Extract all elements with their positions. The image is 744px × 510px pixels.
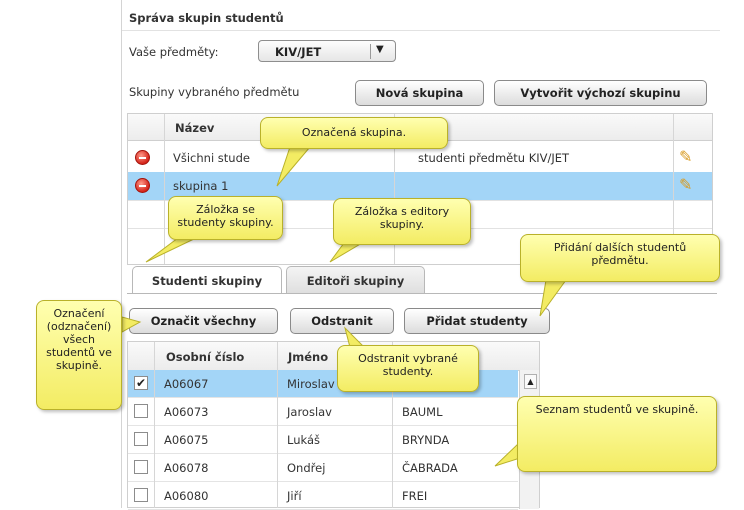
callout-selected-group: Označená skupina. <box>260 117 448 149</box>
pointer-selected-group <box>276 146 312 187</box>
callout-select-all: Označení (odznačení) všech studentů ve s… <box>36 300 122 410</box>
callout-editors-tab: Záložka s editory skupiny. <box>333 198 471 245</box>
pointer-editors-tab <box>329 242 364 263</box>
callout-students-tab: Záložka se studenty skupiny. <box>168 196 283 240</box>
pointer-add-more <box>539 279 567 317</box>
pointer-students-tab <box>145 237 197 263</box>
callout-student-list: Seznam studentů ve skupině. <box>517 396 717 472</box>
callout-add-more: Přidání dalších studentů předmětu. <box>520 234 720 282</box>
callout-remove-selected: Odstranit vybrané studenty. <box>337 345 479 392</box>
pointer-select-all <box>121 316 142 333</box>
